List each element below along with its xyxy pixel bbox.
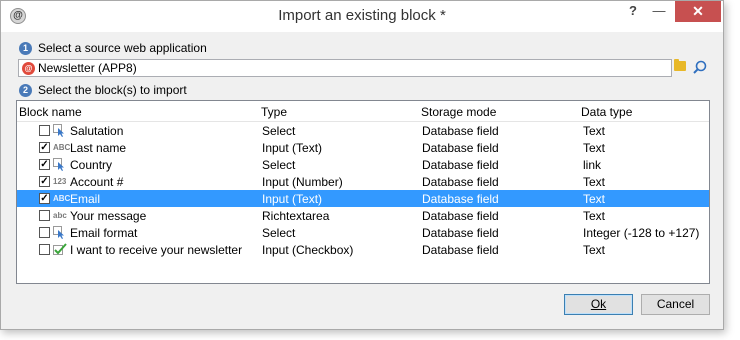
ok-label: Ok — [590, 297, 607, 311]
source-app-field[interactable]: @ Newsletter (APP8) — [18, 59, 672, 77]
block-type: Richtextarea — [262, 209, 330, 223]
row-checkbox[interactable]: ✓ — [39, 142, 50, 153]
number-input-icon: 123 — [53, 177, 67, 186]
block-name: I want to receive your newsletter — [70, 243, 243, 257]
data-type: Text — [583, 124, 606, 138]
block-list[interactable]: Block name Type Storage mode Data type S… — [16, 100, 710, 284]
table-row[interactable]: Email format Select Database field Integer … — [17, 224, 709, 241]
data-type: Text — [583, 209, 606, 223]
select-icon — [53, 158, 70, 171]
window-title: Import an existing block * — [278, 7, 446, 24]
table-row[interactable]: ✓ Country Select Database field link — [17, 156, 709, 173]
block-name: Last name — [70, 141, 127, 155]
row-checkbox[interactable]: ✓ — [39, 159, 50, 170]
step-2: 2 Select the block(s) to import — [19, 83, 187, 97]
block-type: Select — [262, 158, 296, 172]
search-icon[interactable] — [692, 59, 708, 75]
col-header-storage-mode[interactable]: Storage mode — [421, 105, 496, 119]
step-1-label: Select a source web application — [38, 41, 207, 55]
block-type: Input (Text) — [262, 141, 323, 155]
title-bar[interactable]: @ Import an existing block * ? — ✕ — [1, 1, 723, 32]
step-1: 1 Select a source web application — [19, 41, 207, 55]
source-app-value: Newsletter (APP8) — [38, 61, 137, 75]
data-type: Text — [583, 243, 606, 257]
table-row[interactable]: abc Your message Richtextarea Database fiel… — [17, 207, 709, 224]
col-header-type[interactable]: Type — [261, 105, 287, 119]
col-header-block-name[interactable]: Block name — [19, 105, 82, 119]
text-input-icon: ABC — [53, 194, 71, 203]
list-header: Block name Type Storage mode Data type — [17, 101, 709, 122]
storage-mode: Database field — [422, 192, 499, 206]
data-type: Text — [583, 192, 606, 206]
close-button[interactable]: ✕ — [675, 1, 721, 22]
row-checkbox[interactable]: ✓ — [39, 193, 50, 204]
data-type: Integer (-128 to +127) — [583, 226, 700, 240]
text-input-icon: ABC — [53, 143, 71, 152]
data-type: Text — [583, 141, 606, 155]
block-name: Salutation — [70, 124, 124, 138]
row-checkbox[interactable] — [39, 210, 50, 221]
table-row[interactable]: ✓ ABC Email Input (Text) Database field Text — [17, 190, 709, 207]
storage-mode: Database field — [422, 226, 499, 240]
row-checkbox[interactable]: ✓ — [39, 176, 50, 187]
data-type: link — [583, 158, 602, 172]
row-checkbox[interactable] — [39, 227, 50, 238]
table-row[interactable]: I want to receive your newsletter Input (… — [17, 241, 709, 258]
storage-mode: Database field — [422, 141, 499, 155]
block-name: Account # — [70, 175, 124, 189]
folder-icon[interactable] — [674, 59, 686, 71]
cancel-label: Cancel — [656, 297, 695, 311]
select-icon — [53, 226, 70, 239]
storage-mode: Database field — [422, 243, 499, 257]
step-2-label: Select the block(s) to import — [38, 83, 187, 97]
table-row[interactable]: Salutation Select Database field Text — [17, 122, 709, 139]
row-checkbox[interactable] — [39, 125, 50, 136]
storage-mode: Database field — [422, 209, 499, 223]
block-name: Country — [70, 158, 113, 172]
block-type: Select — [262, 124, 296, 138]
table-row[interactable]: ✓ ABC Last name Input (Text) Database field T… — [17, 139, 709, 156]
step-2-badge: 2 — [19, 83, 32, 97]
import-block-dialog: @ Import an existing block * ? — ✕ 1 Sel… — [0, 0, 724, 330]
block-name: Email — [70, 192, 101, 206]
richtext-icon: abc — [53, 211, 67, 220]
step-1-badge: 1 — [19, 41, 32, 55]
row-checkbox[interactable] — [39, 244, 50, 255]
block-name: Email format — [70, 226, 138, 240]
checkbox-icon — [53, 243, 70, 256]
select-icon — [53, 124, 70, 137]
minimize-button[interactable]: — — [651, 1, 667, 22]
table-row[interactable]: ✓ 123 Account # Input (Number) Database fiel… — [17, 173, 709, 190]
block-type: Input (Checkbox) — [262, 243, 354, 257]
col-header-data-type[interactable]: Data type — [581, 105, 632, 119]
block-type: Input (Number) — [262, 175, 343, 189]
storage-mode: Database field — [422, 175, 499, 189]
block-type: Select — [262, 226, 296, 240]
data-type: Text — [583, 175, 606, 189]
storage-mode: Database field — [422, 158, 499, 172]
block-name: Your message — [70, 209, 147, 223]
storage-mode: Database field — [422, 124, 499, 138]
help-button[interactable]: ? — [625, 1, 641, 22]
ok-button[interactable]: Ok — [564, 294, 633, 315]
cancel-button[interactable]: Cancel — [641, 294, 710, 315]
block-type: Input (Text) — [262, 192, 323, 206]
web-app-icon: @ — [22, 61, 35, 75]
